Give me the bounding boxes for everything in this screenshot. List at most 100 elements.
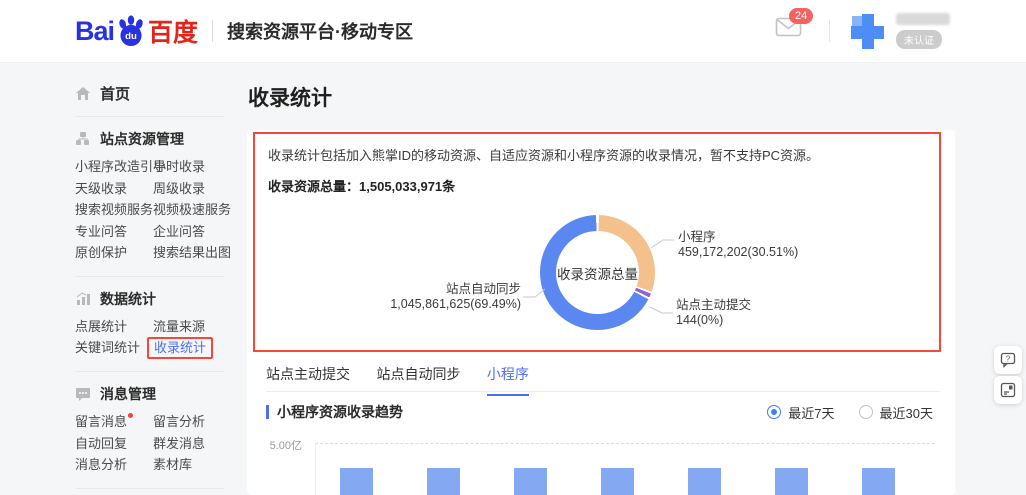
slice-value: 459,172,202(30.51%) [678, 245, 798, 260]
range-radio-group: 最近7天 最近30天 [767, 403, 933, 422]
main-content: 收录统计 收录统计包括加入熊掌ID的移动资源、自适应资源和小程序资源的收录情况，… [240, 63, 1026, 495]
bar [862, 468, 895, 495]
tab-bar: 站点主动提交 站点自动同步 小程序 [266, 358, 940, 392]
sidebar-section-data-stats: 数据统计 [75, 289, 225, 309]
slice-name: 站点主动提交 [676, 298, 751, 313]
header-right: 24 未认证 [775, 12, 950, 50]
y-axis-line [315, 443, 316, 495]
svg-text:du: du [125, 31, 137, 42]
content-panel: 收录统计包括加入熊掌ID的移动资源、自适应资源和小程序资源的收录情况，暂不支持P… [247, 130, 955, 495]
sidebar-item[interactable]: 小时收录 [153, 156, 205, 178]
baidu-paw-icon: du [115, 15, 147, 47]
inclusion-description: 收录统计包括加入熊掌ID的移动资源、自适应资源和小程序资源的收录情况，暂不支持P… [268, 145, 819, 164]
gridline-5yi [315, 443, 935, 444]
sidebar-item[interactable]: 原创保护 [75, 242, 127, 264]
chat-bubble-icon [75, 386, 91, 402]
sidebar-item[interactable]: 素材库 [153, 454, 192, 476]
divider [75, 116, 225, 117]
unread-count-badge: 24 [789, 8, 813, 24]
baidu-logo-cn: 百度 [148, 13, 198, 49]
sidebar-item[interactable]: 视频极速服务 [153, 199, 231, 221]
sidebar-section-messages: 消息管理 [75, 384, 225, 404]
sidebar-items: 留言消息 留言分析 自动回复 群发消息 消息分析 素材库 [75, 411, 225, 476]
sidebar-item[interactable]: 搜索视频服务 [75, 199, 153, 221]
total-label: 收录资源总量： [268, 179, 359, 194]
bar [688, 468, 721, 495]
radio-label: 最近7天 [788, 403, 834, 422]
sidebar-item[interactable]: 关键词统计 [75, 337, 140, 359]
page: Bai du 百度 搜索资源平台·移动专区 24 [0, 0, 1026, 495]
header-divider-2 [829, 20, 830, 42]
sidebar-item-label: 首页 [100, 83, 130, 104]
slice-label-auto-sync: 站点自动同步 1,045,861,625(69.49%) [367, 282, 521, 312]
verification-badge: 未认证 [896, 30, 942, 49]
radio-last-7-days[interactable]: 最近7天 [767, 403, 834, 422]
tab-miniprogram[interactable]: 小程序 [487, 358, 529, 396]
sidebar-item[interactable]: 周级收录 [153, 178, 205, 200]
avatar[interactable] [848, 12, 886, 50]
trend-title: 小程序资源收录趋势 [277, 402, 403, 422]
save-image-icon [1000, 382, 1016, 398]
help-bubble-icon: ? [1000, 352, 1016, 368]
sidebar-section-site-resources: 站点资源管理 [75, 129, 225, 149]
svg-text:?: ? [1006, 355, 1011, 364]
username-redacted [896, 13, 950, 25]
divider [75, 276, 225, 277]
slice-value: 144(0%) [676, 313, 751, 328]
donut-center-label: 收录资源总量 [557, 263, 638, 283]
trend-section-header: 小程序资源收录趋势 最近7天 最近30天 [266, 402, 933, 422]
sidebar-item-home[interactable]: 首页 [75, 83, 225, 104]
section-title: 站点资源管理 [100, 129, 184, 149]
slice-label-manual-submit: 站点主动提交 144(0%) [676, 298, 751, 328]
sitemap-icon [75, 131, 91, 147]
sidebar-item[interactable]: 企业问答 [153, 221, 205, 243]
slice-value: 1,045,861,625(69.49%) [367, 297, 521, 312]
avatar-logo-shape [851, 26, 884, 39]
section-marker [266, 405, 269, 419]
sidebar-item[interactable]: 专业问答 [75, 221, 127, 243]
section-title: 消息管理 [100, 384, 156, 404]
section-title: 数据统计 [100, 289, 156, 309]
divider [75, 488, 225, 489]
save-snapshot-button[interactable] [994, 376, 1022, 404]
sidebar-item[interactable]: 留言分析 [153, 411, 205, 433]
sidebar-item[interactable]: 群发消息 [153, 433, 205, 455]
total-resources: 收录资源总量：1,505,033,971条 [268, 176, 455, 195]
bar [340, 468, 373, 495]
bar [775, 468, 808, 495]
y-axis-tick-label: 5.00亿 [247, 437, 302, 453]
top-header: Bai du 百度 搜索资源平台·移动专区 24 [0, 0, 1026, 63]
feedback-button[interactable]: ? [994, 346, 1022, 374]
donut-hole: 收录资源总量 [556, 231, 639, 314]
bar [427, 468, 460, 495]
sidebar-item[interactable]: 消息分析 [75, 454, 127, 476]
platform-title: 搜索资源平台·移动专区 [227, 18, 413, 44]
messages-button[interactable]: 24 [775, 16, 805, 46]
tab-site-manual-submit[interactable]: 站点主动提交 [266, 358, 350, 394]
radio-label: 最近30天 [880, 403, 933, 422]
sidebar-items: 小程序改造引导 小时收录 天级收录 周级收录 搜索视频服务 视频极速服务 专业问… [75, 156, 225, 264]
radio-last-30-days[interactable]: 最近30天 [859, 403, 933, 422]
sidebar-item[interactable]: 点展统计 [75, 316, 127, 338]
sidebar-item[interactable]: 流量来源 [153, 316, 205, 338]
slice-label-miniprogram: 小程序 459,172,202(30.51%) [678, 230, 798, 260]
page-title: 收录统计 [248, 82, 1026, 112]
slice-name: 小程序 [678, 230, 798, 245]
sidebar-items: 点展统计 流量来源 关键词统计 收录统计 [75, 316, 225, 360]
divider [75, 371, 225, 372]
radio-unselected-icon [859, 405, 873, 419]
total-value: 1,505,033,971条 [359, 179, 455, 194]
header-divider [212, 20, 213, 42]
bar-chart-icon [75, 291, 91, 307]
tab-site-auto-sync[interactable]: 站点自动同步 [376, 358, 460, 394]
baidu-logo-text: Bai [75, 16, 114, 47]
radio-selected-icon [767, 405, 781, 419]
sidebar-item[interactable]: 自动回复 [75, 433, 127, 455]
sidebar-item[interactable]: 天级收录 [75, 178, 127, 200]
sidebar-item[interactable]: 搜索结果出图 [153, 242, 231, 264]
baidu-logo[interactable]: Bai du 百度 [75, 13, 198, 49]
sidebar: 首页 站点资源管理 小程序改造引导 小时收录 天级收录 周级收录 搜索视频服务 … [0, 63, 240, 495]
sidebar-item-with-badge[interactable]: 留言消息 [75, 411, 127, 433]
sidebar-item-active-inclusion-stats[interactable]: 收录统计 [147, 337, 213, 359]
bar [601, 468, 634, 495]
